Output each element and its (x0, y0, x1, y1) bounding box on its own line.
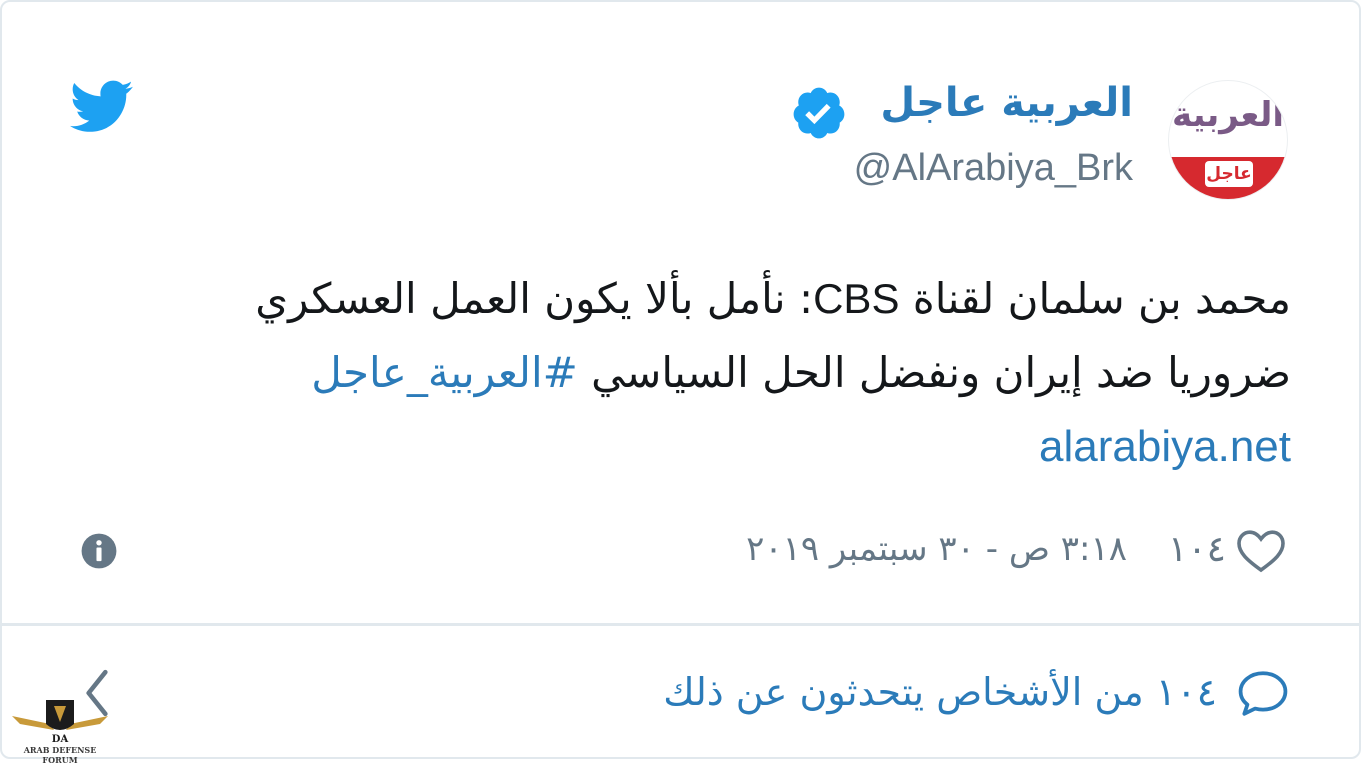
user-handle[interactable]: @AlArabiya_Brk (854, 147, 1133, 190)
tweet-text: محمد بن سلمان لقناة CBS: نأمل بألا يكون … (151, 262, 1291, 484)
display-name[interactable]: العربية عاجل (880, 80, 1133, 126)
avatar[interactable]: العربية عاجل (1168, 80, 1288, 200)
heart-icon[interactable] (1235, 527, 1287, 575)
speech-bubble-icon[interactable] (1236, 668, 1290, 718)
conversation-link[interactable]: ١٠٤ من الأشخاص يتحدثون عن ذلك (663, 670, 1217, 714)
twitter-bird-icon[interactable] (70, 80, 134, 134)
verified-badge-icon (793, 87, 845, 139)
avatar-red-band: عاجل (1169, 157, 1287, 199)
divider (0, 623, 1361, 626)
tweet-text-segment: : نأمل بألا يكون العمل العسكري (255, 274, 814, 323)
hashtag-link[interactable]: #العربية_عاجل (311, 348, 578, 397)
article-link[interactable]: alarabiya.net (1039, 422, 1291, 471)
like-count[interactable]: ١٠٤ (1168, 529, 1226, 570)
avatar-badge-text: عاجل (1205, 161, 1253, 187)
watermark-text: ARAB DEFENSE FORUM (23, 745, 97, 765)
avatar-logo-text: العربية (1171, 95, 1285, 135)
tweet-text-segment: ضروريا ضد إيران ونفضل الحل السياسي (577, 348, 1291, 397)
info-icon[interactable] (80, 532, 118, 570)
tweet-text-segment: محمد بن سلمان لقناة (899, 274, 1291, 323)
tweet-text-cbs: CBS (813, 275, 900, 322)
svg-text:DA: DA (52, 734, 69, 745)
tweet-timestamp[interactable]: ٣:١٨ ص - ٣٠ سبتمبر ٢٠١٩ (746, 529, 1127, 569)
